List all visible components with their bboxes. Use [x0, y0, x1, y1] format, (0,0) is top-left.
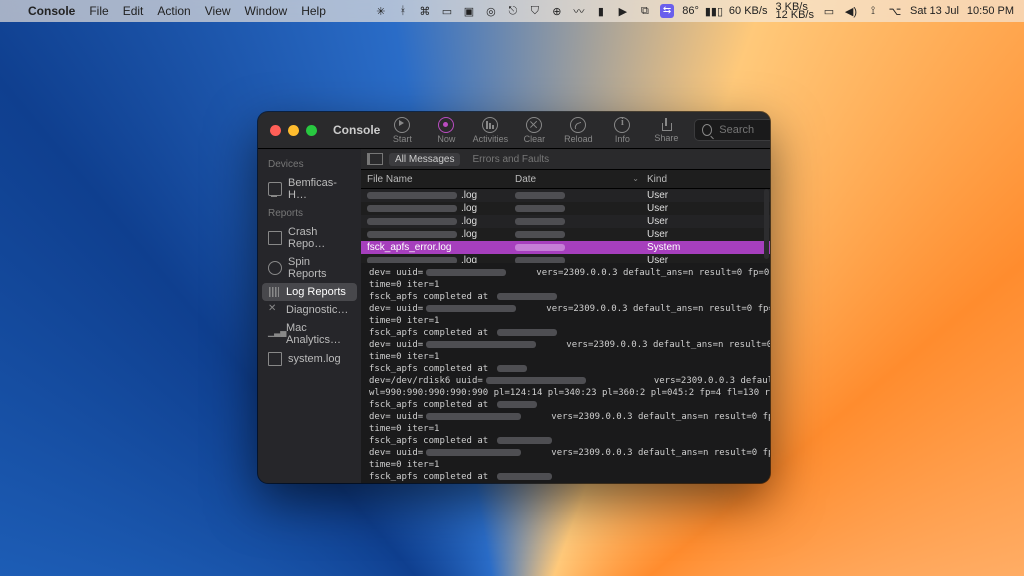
macos-menubar: Console File Edit Action View Window Hel… [0, 0, 1024, 22]
sidebar-spin-reports[interactable]: Spin Reports [258, 253, 361, 283]
menu-edit[interactable]: Edit [123, 4, 144, 18]
status-icon[interactable]: ▭ [440, 4, 454, 18]
sidebar-system-log[interactable]: system.log [258, 349, 361, 369]
document-icon [268, 352, 282, 366]
filter-bar: All Messages Errors and Faults [361, 149, 770, 170]
status-icon[interactable]: ⌘ [418, 4, 432, 18]
table-row[interactable]: .logUser [361, 228, 770, 241]
info-icon [614, 117, 630, 133]
clear-button[interactable]: Clear [512, 117, 556, 144]
app-name[interactable]: Console [28, 4, 75, 18]
window-titlebar[interactable]: Console Start Now Activities Clear Reloa… [258, 112, 770, 149]
share-icon [659, 118, 673, 132]
info-button[interactable]: Info [600, 117, 644, 144]
bluetooth-icon[interactable]: ᚼ [396, 4, 410, 18]
table-row[interactable]: .logUser [361, 215, 770, 228]
chart-icon [268, 328, 280, 340]
console-window: Console Start Now Activities Clear Reloa… [258, 112, 770, 483]
mac-icon [268, 182, 282, 196]
play-icon [394, 117, 410, 133]
menubar-date[interactable]: Sat 13 Jul [910, 5, 959, 17]
status-icon[interactable]: ⊕ [550, 4, 564, 18]
menu-view[interactable]: View [205, 4, 231, 18]
table-row[interactable]: .logUser [361, 189, 770, 202]
search-field[interactable] [694, 119, 770, 141]
scrollbar[interactable] [764, 189, 769, 259]
minimize-window-button[interactable] [288, 125, 299, 136]
search-icon [702, 124, 712, 136]
net-stats: 60 KB/s [729, 7, 768, 15]
search-input[interactable] [717, 123, 770, 137]
temperature: 86° [682, 5, 699, 17]
sidebar: Devices Bemficas-H… Reports Crash Repo… … [258, 149, 361, 483]
column-date[interactable]: Date⌄ [515, 174, 645, 185]
status-icon[interactable]: ▣ [462, 4, 476, 18]
window-title: Console [333, 123, 380, 137]
activities-button[interactable]: Activities [468, 117, 512, 144]
status-icon[interactable]: ◎ [484, 4, 498, 18]
close-window-button[interactable] [270, 125, 281, 136]
filter-all-messages[interactable]: All Messages [389, 153, 460, 166]
sidebar-mac-analytics[interactable]: Mac Analytics… [258, 319, 361, 349]
chevron-down-icon: ⌄ [632, 174, 639, 185]
start-button[interactable]: Start [380, 117, 424, 144]
sidebar-device[interactable]: Bemficas-H… [258, 174, 361, 204]
spinner-icon [268, 261, 282, 275]
table-row[interactable]: .logUser [361, 202, 770, 215]
sidebar-header-devices: Devices [258, 155, 361, 174]
status-icon[interactable]: ✳︎ [374, 4, 388, 18]
play-icon[interactable]: ▶ [616, 4, 630, 18]
status-icon[interactable]: ▮ [594, 4, 608, 18]
reload-icon [570, 117, 586, 133]
sidebar-toggle-icon[interactable] [367, 153, 383, 165]
menu-help[interactable]: Help [301, 4, 326, 18]
table-row-selected[interactable]: fsck_apfs_error.logSystem [361, 241, 770, 254]
battery-icon[interactable]: ▮▮▯ [707, 4, 721, 18]
wrench-icon [268, 304, 280, 316]
sidebar-log-reports[interactable]: Log Reports [262, 283, 357, 301]
zoom-window-button[interactable] [306, 125, 317, 136]
menu-file[interactable]: File [89, 4, 108, 18]
filter-errors-faults[interactable]: Errors and Faults [466, 153, 555, 166]
activities-icon [482, 117, 498, 133]
log-file-list[interactable]: .logUser .logUser .logUser .logUser fsck… [361, 189, 770, 263]
menu-action[interactable]: Action [157, 4, 190, 18]
now-button[interactable]: Now [424, 117, 468, 144]
column-kind[interactable]: Kind [645, 174, 770, 185]
table-header: File Name Date⌄ Kind [361, 170, 770, 189]
now-icon [438, 117, 454, 133]
log-content[interactable]: dev= uuid= vers=2309.0.0.3 default_ans=n… [361, 263, 770, 483]
table-row[interactable]: .logUser [361, 254, 770, 263]
volume-icon[interactable]: ◀︎) [844, 4, 858, 18]
sidebar-header-reports: Reports [258, 204, 361, 223]
status-icon[interactable]: ⧉ [638, 4, 652, 18]
share-button[interactable]: Share [644, 118, 688, 143]
net-stats: 3 KB/s12 KB/s [775, 3, 814, 19]
status-pill[interactable]: ⇆ [660, 4, 674, 18]
reload-button[interactable]: Reload [556, 117, 600, 144]
wifi-icon[interactable]: ⟟ [866, 4, 880, 18]
control-center-icon[interactable]: ⌥ [888, 4, 902, 18]
column-filename[interactable]: File Name [361, 174, 515, 185]
document-icon [268, 231, 282, 245]
menubar-time[interactable]: 10:50 PM [967, 5, 1014, 17]
sidebar-diagnostic[interactable]: Diagnostic… [258, 301, 361, 319]
log-icon [268, 286, 280, 298]
menu-window[interactable]: Window [245, 4, 288, 18]
status-icon[interactable]: 〰 [572, 4, 586, 18]
status-icon[interactable]: ⎋ [506, 4, 520, 18]
sidebar-crash-reports[interactable]: Crash Repo… [258, 223, 361, 253]
display-icon[interactable]: ▭ [822, 4, 836, 18]
status-icon[interactable]: ⛉ [528, 4, 542, 18]
clear-icon [526, 117, 542, 133]
